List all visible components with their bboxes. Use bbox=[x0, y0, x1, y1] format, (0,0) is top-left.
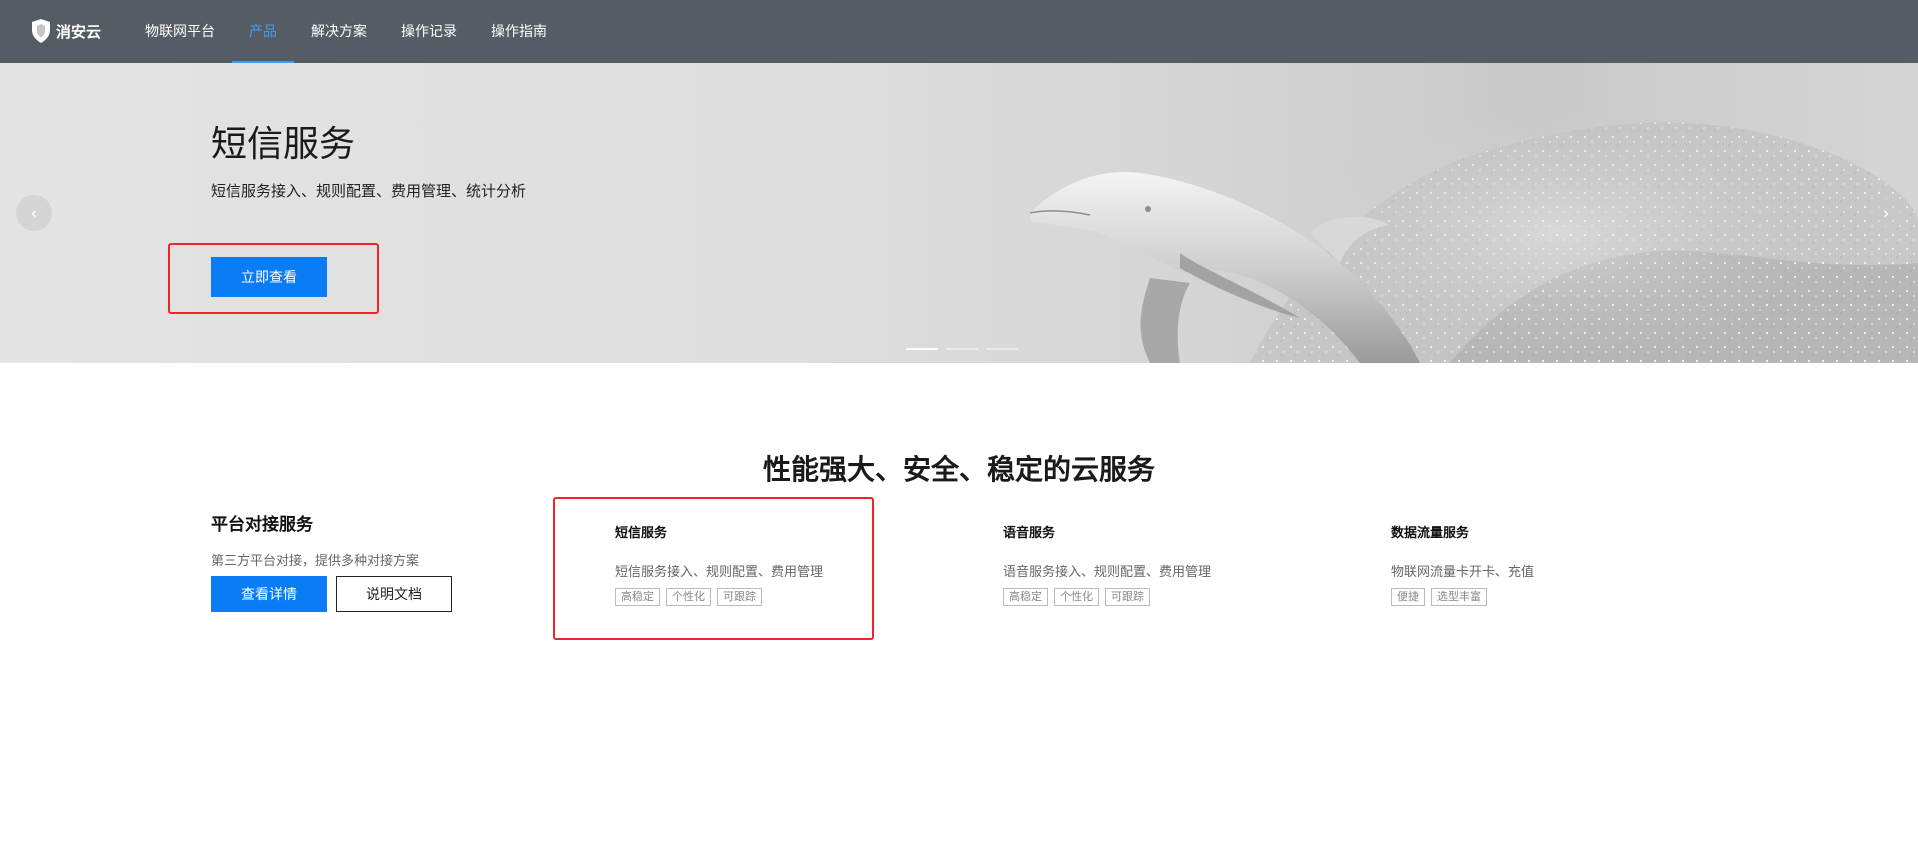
platform-buttons: 查看详情 说明文档 bbox=[211, 576, 452, 612]
nav-item-products[interactable]: 产品 bbox=[232, 0, 294, 63]
tag: 选型丰富 bbox=[1431, 588, 1487, 606]
platform-integration-block: 平台对接服务 第三方平台对接，提供多种对接方案 查看详情 说明文档 bbox=[211, 510, 511, 612]
dolphin-illustration bbox=[1029, 93, 1918, 363]
carousel-dot-2[interactable] bbox=[946, 348, 978, 350]
tag: 高稳定 bbox=[1003, 588, 1048, 606]
card-tags: 高稳定 个性化 可跟踪 bbox=[1003, 588, 1211, 606]
main-nav: 物联网平台 产品 解决方案 操作记录 操作指南 bbox=[128, 0, 564, 63]
card-desc: 物联网流量卡开卡、充值 bbox=[1391, 565, 1535, 580]
shield-logo-icon bbox=[32, 19, 50, 43]
carousel-dot-1[interactable] bbox=[906, 348, 938, 350]
tag: 高稳定 bbox=[615, 588, 660, 606]
card-desc: 短信服务接入、规则配置、费用管理 bbox=[615, 565, 824, 580]
carousel-indicators bbox=[906, 348, 1018, 350]
nav-item-iot-platform[interactable]: 物联网平台 bbox=[128, 0, 232, 63]
tag: 个性化 bbox=[666, 588, 711, 606]
nav-item-operation-log[interactable]: 操作记录 bbox=[384, 0, 474, 63]
view-details-button[interactable]: 查看详情 bbox=[211, 576, 327, 612]
logo[interactable]: 消安云 bbox=[30, 18, 101, 44]
card-tags: 高稳定 个性化 可跟踪 bbox=[615, 588, 823, 606]
banner-subtitle: 短信服务接入、规则配置、费用管理、统计分析 bbox=[211, 182, 527, 200]
tag: 可跟踪 bbox=[1105, 588, 1150, 606]
service-card-voice[interactable]: 语音服务 语音服务接入、规则配置、费用管理 高稳定 个性化 可跟踪 bbox=[1003, 522, 1211, 606]
nav-item-solutions[interactable]: 解决方案 bbox=[294, 0, 384, 63]
nav-item-guide[interactable]: 操作指南 bbox=[474, 0, 564, 63]
platform-desc: 第三方平台对接，提供多种对接方案 bbox=[211, 554, 420, 569]
carousel-dot-3[interactable] bbox=[986, 348, 1018, 350]
card-title: 数据流量服务 bbox=[1391, 526, 1470, 541]
service-card-sms[interactable]: 短信服务 短信服务接入、规则配置、费用管理 高稳定 个性化 可跟踪 bbox=[615, 522, 823, 606]
card-title: 语音服务 bbox=[1003, 526, 1056, 541]
card-tags: 便捷 选型丰富 bbox=[1391, 588, 1534, 606]
top-nav-bar: 消安云 物联网平台 产品 解决方案 操作记录 操作指南 bbox=[0, 0, 1918, 63]
logo-text: 消安云 bbox=[56, 22, 102, 41]
card-title: 短信服务 bbox=[615, 526, 668, 541]
documentation-button[interactable]: 说明文档 bbox=[336, 576, 452, 612]
view-now-button[interactable]: 立即查看 bbox=[211, 257, 327, 297]
carousel-prev-arrow[interactable]: ‹ bbox=[16, 195, 52, 231]
tag: 便捷 bbox=[1391, 588, 1425, 606]
card-desc: 语音服务接入、规则配置、费用管理 bbox=[1003, 565, 1212, 580]
tag: 个性化 bbox=[1054, 588, 1099, 606]
platform-title: 平台对接服务 bbox=[211, 515, 313, 535]
hero-banner: 短信服务 短信服务接入、规则配置、费用管理、统计分析 立即查看 ‹ › bbox=[0, 63, 1918, 363]
service-card-data-traffic[interactable]: 数据流量服务 物联网流量卡开卡、充值 便捷 选型丰富 bbox=[1391, 522, 1534, 606]
section-title: 性能强大、安全、稳定的云服务 bbox=[762, 453, 1155, 486]
banner-title: 短信服务 bbox=[211, 124, 356, 165]
tag: 可跟踪 bbox=[717, 588, 762, 606]
carousel-next-arrow[interactable]: › bbox=[1868, 195, 1904, 231]
